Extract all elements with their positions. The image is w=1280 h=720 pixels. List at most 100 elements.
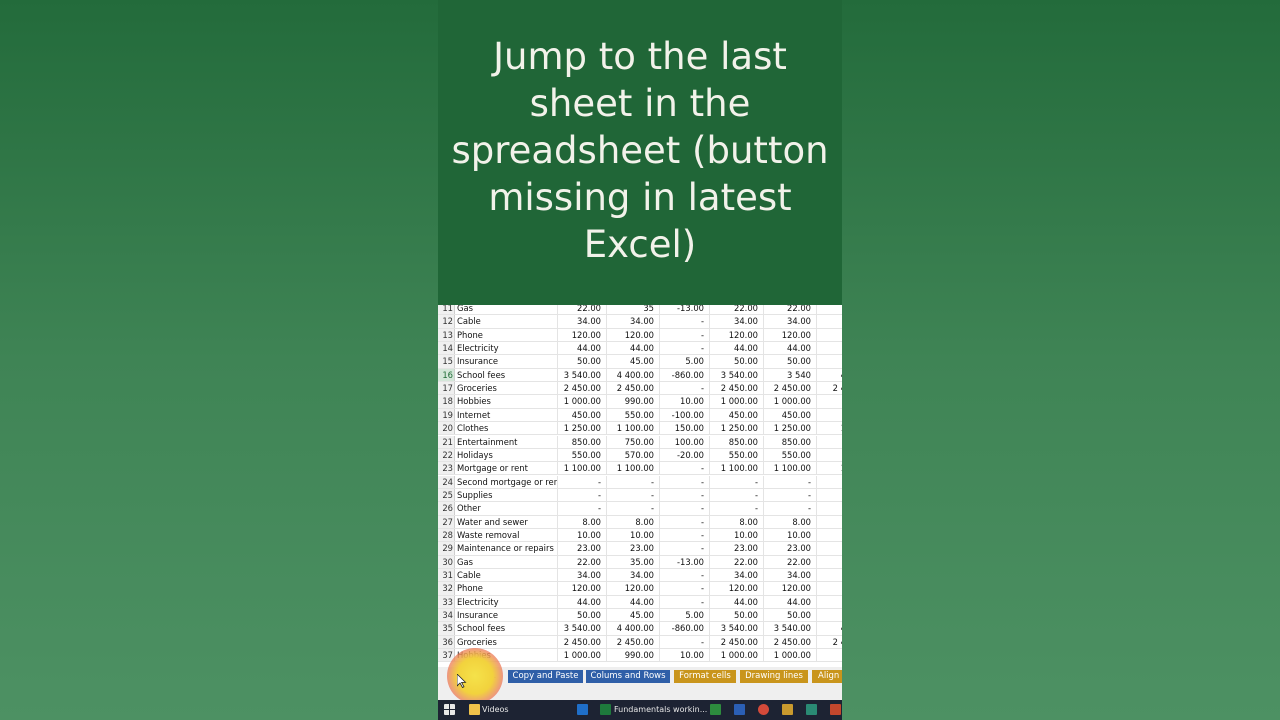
value-cell[interactable]: 1 000.00 — [710, 395, 764, 408]
category-cell[interactable]: Insurance — [455, 355, 558, 368]
value-cell[interactable]: - — [660, 502, 710, 515]
value-cell[interactable] — [817, 476, 842, 488]
value-cell[interactable]: 2 4 — [817, 382, 842, 394]
row-header[interactable]: 14 — [438, 342, 455, 355]
value-cell[interactable]: 10.00 — [607, 528, 660, 542]
category-cell[interactable]: Phone — [455, 582, 558, 595]
value-cell[interactable]: 550.00 — [558, 448, 607, 462]
value-cell[interactable]: 10.00 — [660, 395, 710, 408]
value-cell[interactable]: 1 100.00 — [558, 462, 607, 475]
value-cell[interactable]: - — [558, 502, 607, 515]
value-cell[interactable]: 22.00 — [558, 305, 607, 315]
taskbar-videos-folder[interactable]: Videos — [482, 700, 509, 720]
value-cell[interactable]: 1 100.00 — [607, 422, 660, 435]
value-cell[interactable]: 1 — [817, 422, 842, 434]
value-cell[interactable]: 120.00 — [558, 582, 607, 595]
value-cell[interactable]: 1 250.00 — [558, 422, 607, 435]
value-cell[interactable] — [817, 569, 842, 581]
value-cell[interactable]: 34.00 — [607, 569, 660, 582]
value-cell[interactable]: 2 450.00 — [558, 382, 607, 395]
value-cell[interactable]: 10.00 — [710, 528, 764, 542]
value-cell[interactable]: 3 540.00 — [710, 368, 764, 382]
value-cell[interactable]: - — [660, 582, 710, 595]
sheet-tab-drawing-lines[interactable]: Drawing lines — [740, 670, 808, 683]
value-cell[interactable]: 10.00 — [558, 528, 607, 542]
outlook-icon[interactable] — [577, 704, 588, 715]
value-cell[interactable]: - — [764, 502, 817, 515]
row-header[interactable]: 24 — [438, 475, 455, 488]
value-cell[interactable]: - — [710, 502, 764, 515]
value-cell[interactable]: 8.00 — [558, 515, 607, 528]
value-cell[interactable]: 3 540.00 — [558, 622, 607, 635]
value-cell[interactable]: 45.00 — [607, 355, 660, 368]
value-cell[interactable]: 120.00 — [607, 582, 660, 595]
row-header[interactable]: 21 — [438, 435, 455, 448]
value-cell[interactable]: 3 540 — [764, 368, 817, 382]
row-header[interactable]: 28 — [438, 528, 455, 542]
category-cell[interactable]: Clothes — [455, 422, 558, 435]
value-cell[interactable]: 34.00 — [764, 315, 817, 328]
value-cell[interactable]: 50.00 — [710, 609, 764, 622]
row-header[interactable]: 12 — [438, 315, 455, 328]
category-cell[interactable]: Entertainment — [455, 435, 558, 448]
value-cell[interactable]: 1 100.00 — [607, 462, 660, 475]
value-cell[interactable] — [817, 529, 842, 541]
value-cell[interactable] — [817, 342, 842, 354]
category-cell[interactable]: Supplies — [455, 488, 558, 502]
value-cell[interactable]: 2 450.00 — [710, 382, 764, 395]
app-icon[interactable] — [782, 704, 793, 715]
value-cell[interactable] — [817, 355, 842, 367]
value-cell[interactable]: - — [660, 328, 710, 341]
value-cell[interactable]: 450.00 — [764, 408, 817, 422]
value-cell[interactable]: 8.00 — [710, 515, 764, 528]
value-cell[interactable]: - — [558, 488, 607, 502]
value-cell[interactable]: 2 450.00 — [607, 635, 660, 649]
value-cell[interactable]: - — [607, 502, 660, 515]
value-cell[interactable]: 1 100.00 — [710, 462, 764, 475]
value-cell[interactable]: 50.00 — [764, 355, 817, 368]
value-cell[interactable]: 4 400.00 — [607, 368, 660, 382]
value-cell[interactable] — [817, 596, 842, 608]
value-cell[interactable]: - — [660, 382, 710, 395]
value-cell[interactable] — [817, 409, 842, 421]
value-cell[interactable]: 35.00 — [607, 555, 660, 568]
powerpoint-icon[interactable] — [830, 704, 841, 715]
value-cell[interactable] — [817, 516, 842, 528]
value-cell[interactable]: - — [660, 569, 710, 582]
value-cell[interactable]: 120.00 — [764, 328, 817, 341]
category-cell[interactable]: Water and sewer — [455, 515, 558, 528]
value-cell[interactable]: - — [660, 542, 710, 555]
value-cell[interactable] — [817, 329, 842, 341]
row-header[interactable]: 13 — [438, 328, 455, 341]
row-header[interactable]: 22 — [438, 448, 455, 462]
value-cell[interactable]: 44.00 — [558, 595, 607, 608]
value-cell[interactable]: - — [660, 488, 710, 502]
chrome-icon[interactable] — [758, 704, 769, 715]
value-cell[interactable] — [817, 305, 842, 314]
taskbar-excel-window[interactable]: Fundamentals workin... — [614, 700, 707, 720]
value-cell[interactable]: 22.00 — [764, 555, 817, 568]
category-cell[interactable]: Cable — [455, 569, 558, 582]
row-header[interactable]: 32 — [438, 582, 455, 595]
value-cell[interactable]: 550.00 — [710, 448, 764, 462]
value-cell[interactable]: 150.00 — [660, 422, 710, 435]
value-cell[interactable]: 120.00 — [710, 328, 764, 341]
value-cell[interactable]: 1 000.00 — [764, 395, 817, 408]
value-cell[interactable]: 2 450.00 — [764, 382, 817, 395]
category-cell[interactable]: Gas — [455, 555, 558, 568]
value-cell[interactable]: 22.00 — [710, 555, 764, 568]
value-cell[interactable] — [817, 315, 842, 327]
value-cell[interactable] — [817, 502, 842, 514]
value-cell[interactable]: 4 — [817, 369, 842, 381]
value-cell[interactable]: -13.00 — [660, 555, 710, 568]
value-cell[interactable]: 8.00 — [764, 515, 817, 528]
value-cell[interactable]: 2 450.00 — [710, 635, 764, 649]
row-header[interactable]: 19 — [438, 408, 455, 422]
value-cell[interactable]: - — [558, 475, 607, 488]
value-cell[interactable]: 100.00 — [660, 435, 710, 448]
value-cell[interactable]: 850.00 — [710, 435, 764, 448]
value-cell[interactable]: 34.00 — [558, 315, 607, 328]
value-cell[interactable]: 120.00 — [558, 328, 607, 341]
excel-app-icon[interactable] — [710, 704, 721, 715]
value-cell[interactable]: 22.00 — [558, 555, 607, 568]
